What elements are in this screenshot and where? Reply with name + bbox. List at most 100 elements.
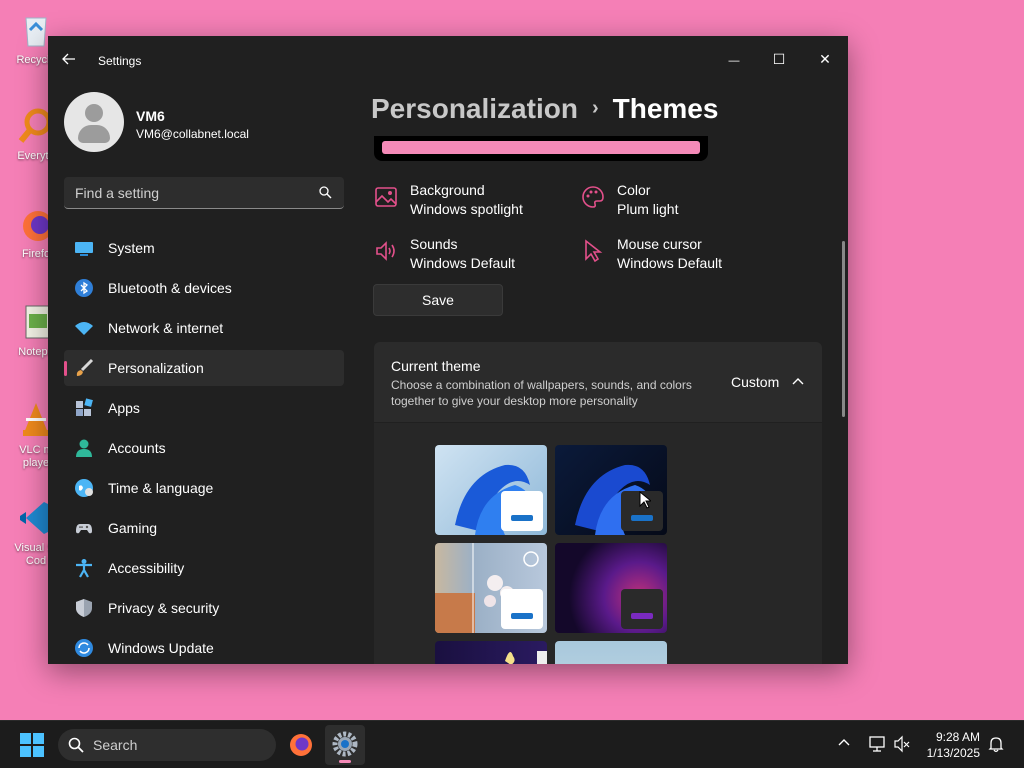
taskbar-app-firefox[interactable] — [281, 725, 321, 765]
color-value: Plum light — [617, 201, 679, 217]
accessibility-icon — [74, 558, 94, 578]
chevron-up-icon[interactable] — [792, 375, 804, 393]
sidebar-item-privacy-security[interactable]: Privacy & security — [64, 590, 344, 626]
close-icon: ✕ — [819, 51, 831, 67]
sidebar-item-label: Bluetooth & devices — [108, 280, 232, 296]
search-box[interactable] — [64, 177, 344, 209]
theme-thumb-light[interactable] — [435, 445, 547, 535]
taskbar-search[interactable]: Search — [58, 729, 276, 761]
sidebar-item-label: Accounts — [108, 440, 166, 456]
sidebar-item-label: Accessibility — [108, 560, 185, 576]
background-value: Windows spotlight — [410, 201, 523, 217]
maximize-icon: ☐ — [772, 51, 786, 67]
settings-window: Settings — ☐ ✕ VM6 VM6@collabnet.local S… — [48, 36, 848, 664]
background-setting[interactable]: Background Windows spotlight — [374, 181, 523, 219]
clock[interactable]: 9:28 AM 1/13/2025 — [910, 729, 980, 761]
sidebar-item-label: System — [108, 240, 155, 256]
start-button[interactable] — [20, 733, 44, 757]
bluetooth-icon — [74, 278, 94, 298]
page-title: Themes — [612, 93, 719, 124]
cursor-value: Windows Default — [617, 255, 723, 271]
theme-thumb-spotlight[interactable] — [435, 543, 547, 633]
current-theme-description: Choose a combination of wallpapers, soun… — [391, 378, 692, 408]
scrollbar[interactable] — [842, 241, 845, 417]
clock-date: 1/13/2025 — [926, 746, 980, 760]
current-theme-header[interactable]: Current theme Choose a combination of wa… — [374, 342, 822, 422]
update-icon — [74, 638, 94, 658]
mouse-cursor-setting[interactable]: Mouse cursor Windows Default — [581, 235, 722, 273]
sidebar-item-windows-update[interactable]: Windows Update — [64, 630, 344, 664]
sidebar-item-label: Network & internet — [108, 320, 224, 336]
sidebar-item-apps[interactable]: Apps — [64, 390, 344, 426]
sidebar-nav: System Bluetooth & devices Network & int… — [64, 230, 344, 664]
breadcrumb-separator: › — [591, 97, 599, 119]
taskbar-app-settings[interactable] — [325, 725, 365, 765]
breadcrumb: Personalization › Themes — [371, 93, 718, 125]
cursor-icon — [581, 239, 607, 265]
shield-icon — [74, 598, 94, 618]
taskbar-search-label: Search — [93, 737, 138, 753]
search-icon[interactable] — [319, 186, 332, 204]
network-icon[interactable] — [868, 735, 886, 758]
brush-icon — [74, 358, 94, 378]
accounts-icon — [74, 438, 94, 458]
sidebar-item-label: Time & language — [108, 480, 214, 496]
cursor-label: Mouse cursor — [617, 236, 702, 252]
theme-gallery — [374, 423, 822, 664]
sounds-value: Windows Default — [410, 255, 516, 271]
mouse-pointer-icon — [639, 491, 651, 509]
back-arrow-icon[interactable] — [62, 52, 76, 71]
sounds-label: Sounds — [410, 236, 458, 252]
minimize-button[interactable]: — — [714, 44, 754, 74]
sidebar-item-label: Privacy & security — [108, 600, 220, 616]
current-theme-value: Custom — [731, 374, 780, 390]
minimize-icon: — — [728, 55, 740, 67]
maximize-button[interactable]: ☐ — [759, 44, 799, 74]
theme-preview — [374, 136, 708, 161]
theme-thumb-flow[interactable] — [555, 641, 667, 664]
notification-bell-icon[interactable] — [988, 735, 1004, 758]
sidebar-item-bluetooth[interactable]: Bluetooth & devices — [64, 270, 344, 306]
sidebar-item-system[interactable]: System — [64, 230, 344, 266]
firefox-icon — [290, 734, 312, 756]
theme-thumb-dark[interactable] — [555, 445, 667, 535]
background-label: Background — [410, 182, 485, 198]
search-icon — [68, 737, 84, 756]
sidebar-item-personalization[interactable]: Personalization — [64, 350, 344, 386]
theme-thumb-glow[interactable] — [555, 543, 667, 633]
gamepad-icon — [74, 518, 94, 538]
search-input[interactable] — [64, 177, 314, 208]
theme-thumb-captured-motion[interactable] — [435, 641, 547, 664]
sidebar-item-accounts[interactable]: Accounts — [64, 430, 344, 466]
sidebar-item-label: Windows Update — [108, 640, 214, 656]
sidebar-item-gaming[interactable]: Gaming — [64, 510, 344, 546]
profile-name: VM6 — [136, 108, 165, 124]
color-label: Color — [617, 182, 651, 198]
sidebar-item-network[interactable]: Network & internet — [64, 310, 344, 346]
sidebar-item-label: Personalization — [108, 360, 204, 376]
profile-email: VM6@collabnet.local — [136, 127, 249, 141]
chevron-up-icon[interactable] — [837, 735, 851, 754]
speaker-icon — [374, 239, 400, 265]
sidebar-item-label: Gaming — [108, 520, 158, 536]
sidebar-item-time-language[interactable]: Time & language — [64, 470, 344, 506]
volume-muted-icon[interactable] — [893, 735, 911, 758]
sounds-setting[interactable]: Sounds Windows Default — [374, 235, 515, 273]
avatar[interactable] — [64, 92, 124, 152]
color-setting[interactable]: Color Plum light — [581, 181, 678, 219]
system-icon — [74, 238, 94, 258]
close-button[interactable]: ✕ — [805, 44, 845, 74]
wifi-icon — [74, 318, 94, 338]
sidebar-item-label: Apps — [108, 400, 140, 416]
save-button[interactable]: Save — [373, 284, 503, 316]
taskbar: Search 9:28 AM 1/13/2025 — [0, 720, 1024, 768]
window-title: Settings — [98, 54, 142, 68]
gear-icon — [332, 731, 358, 757]
sidebar-item-accessibility[interactable]: Accessibility — [64, 550, 344, 586]
breadcrumb-parent[interactable]: Personalization — [371, 93, 578, 124]
palette-icon — [581, 185, 607, 211]
image-icon — [374, 185, 400, 211]
current-theme-title: Current theme — [391, 358, 481, 374]
title-bar[interactable]: Settings — ☐ ✕ — [48, 36, 848, 84]
globe-icon — [74, 478, 94, 498]
